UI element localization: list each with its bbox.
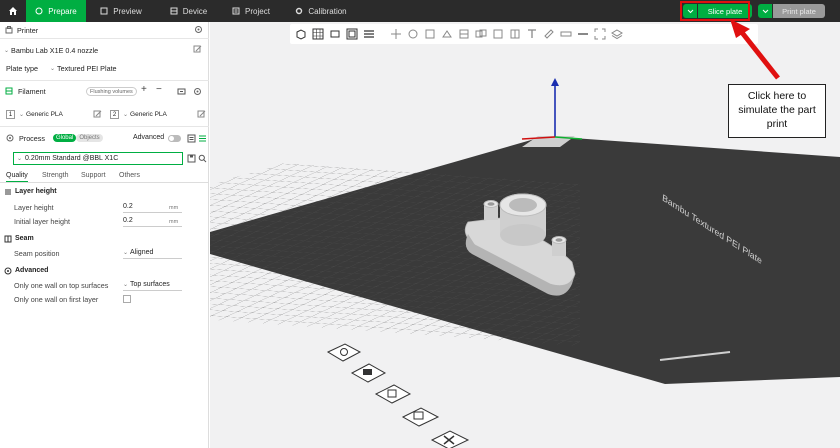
advanced-switch[interactable]: [168, 135, 181, 142]
one-wall-top-value: Top surfaces: [130, 281, 170, 288]
annotation-callout: Click here to simulate the part print: [728, 84, 826, 138]
layer-height-section-title: Layer height: [15, 188, 57, 195]
printer-title: Printer: [17, 25, 39, 35]
one-wall-first-checkbox[interactable]: [123, 295, 131, 303]
flushing-volumes-button[interactable]: Flushing volumes: [86, 87, 137, 96]
tab-prepare[interactable]: Prepare: [26, 0, 86, 22]
filament-1-select[interactable]: ⌄ Generic PLA: [19, 109, 63, 120]
advanced-label: Advanced: [133, 134, 165, 141]
filament-settings-gear-icon[interactable]: [193, 87, 202, 96]
one-wall-top-select[interactable]: ⌄ Top surfaces: [123, 279, 182, 291]
tab-device[interactable]: Device: [156, 0, 221, 22]
add-filament-icon[interactable]: +: [141, 84, 147, 95]
plate-type-row: Plate type ⌄ Textured PEI Plate: [6, 63, 117, 73]
arrange-plate-icon[interactable]: [374, 384, 412, 404]
advanced-section-title: Advanced: [15, 267, 49, 274]
seam-section: Seam: [0, 233, 209, 244]
layer-height-icon: [5, 189, 11, 194]
preview-icon: [100, 7, 108, 15]
process-icon: [6, 134, 14, 142]
seam-position-select[interactable]: ⌄ Aligned: [123, 247, 182, 259]
tab-support[interactable]: Support: [81, 172, 106, 179]
tab-prepare-label: Prepare: [48, 6, 77, 16]
print-plate-group: Print plate: [758, 4, 825, 18]
sync-ams-icon[interactable]: [177, 87, 186, 96]
device-icon: [170, 7, 178, 15]
filament-icon: [5, 87, 13, 95]
layer-height-section: Layer height: [0, 186, 209, 197]
filament-1-index: 1: [6, 110, 15, 119]
seam-position-label: Seam position: [14, 249, 60, 258]
advanced-section: Advanced: [0, 265, 209, 276]
print-plate-button[interactable]: Print plate: [773, 4, 825, 18]
filament-2-select[interactable]: ⌄ Generic PLA: [123, 109, 167, 120]
tab-preview-label: Preview: [113, 6, 142, 16]
home-icon[interactable]: [0, 0, 26, 22]
printer-name: Bambu Lab X1E 0.4 nozzle: [11, 45, 99, 55]
edit-filament-1-icon[interactable]: [93, 110, 102, 119]
tab-project-label: Project: [245, 6, 270, 16]
objects-toggle[interactable]: Objects: [76, 134, 103, 142]
tab-device-label: Device: [182, 6, 208, 16]
edit-filament-2-icon[interactable]: [197, 110, 206, 119]
one-wall-first-label: Only one wall on first layer: [14, 295, 99, 304]
tab-calibration[interactable]: Calibration: [281, 0, 361, 22]
layer-height-unit: mm: [169, 205, 179, 211]
app-window: Prepare Preview Device Project Calibrati…: [0, 0, 840, 448]
filament-1-name: Generic PLA: [26, 111, 63, 118]
tab-quality[interactable]: Quality: [6, 172, 28, 182]
tab-others[interactable]: Others: [119, 172, 140, 179]
one-wall-top-label: Only one wall on top surfaces: [14, 281, 109, 290]
printer-icon: [5, 26, 13, 34]
slice-highlight-box: [680, 1, 750, 21]
initial-layer-value: 0.2: [123, 217, 133, 224]
plate-tools: [326, 343, 470, 448]
save-preset-icon[interactable]: [187, 154, 196, 163]
filament-2-index: 2: [110, 110, 119, 119]
process-settings-icon[interactable]: [198, 134, 207, 143]
seam-position-value: Aligned: [130, 249, 154, 256]
lock-plate-icon[interactable]: [350, 363, 387, 383]
one-wall-first-row: Only one wall on first layer: [0, 294, 209, 305]
delete-plate-icon[interactable]: [430, 430, 470, 448]
plate-type-select[interactable]: Textured PEI Plate: [57, 64, 117, 73]
process-title: Process: [19, 133, 45, 143]
initial-layer-unit: mm: [169, 219, 179, 225]
process-preset-select[interactable]: ⌄ 0.20mm Standard @BBL X1C: [13, 152, 183, 165]
initial-layer-label: Initial layer height: [14, 217, 70, 226]
printer-header: Printer: [0, 24, 209, 36]
layer-height-value: 0.2: [123, 203, 133, 210]
plate-type-label: Plate type: [6, 63, 38, 73]
process-preset-value: 0.20mm Standard @BBL X1C: [25, 155, 119, 162]
tab-strength[interactable]: Strength: [42, 172, 68, 179]
tab-preview[interactable]: Preview: [86, 0, 156, 22]
seam-section-title: Seam: [15, 235, 34, 242]
layer-height-label: Layer height: [14, 203, 54, 212]
plate-settings-icon[interactable]: [326, 343, 362, 362]
prepare-icon: [35, 7, 43, 15]
calibration-icon: [296, 7, 303, 15]
printer-selector[interactable]: ⌄ Bambu Lab X1E 0.4 nozzle: [0, 44, 209, 56]
global-toggle[interactable]: Global: [52, 134, 77, 142]
tab-calibration-label: Calibration: [308, 6, 347, 16]
tab-project[interactable]: Project: [221, 0, 281, 22]
remove-filament-icon[interactable]: −: [156, 84, 162, 95]
compare-presets-icon[interactable]: [187, 134, 196, 143]
filament-title: Filament: [18, 86, 46, 96]
search-icon[interactable]: [198, 154, 207, 163]
filament-2-name: Generic PLA: [130, 111, 167, 118]
print-dropdown-icon[interactable]: [758, 4, 772, 18]
printer-settings-gear-icon[interactable]: [194, 25, 203, 34]
orient-plate-icon[interactable]: [401, 407, 440, 427]
seam-icon: [4, 235, 12, 242]
edit-printer-icon[interactable]: [193, 45, 202, 54]
advanced-icon: [4, 267, 12, 274]
project-icon: [232, 7, 240, 15]
settings-sidebar: Printer ⌄ Bambu Lab X1E 0.4 nozzle Plate…: [0, 22, 209, 448]
